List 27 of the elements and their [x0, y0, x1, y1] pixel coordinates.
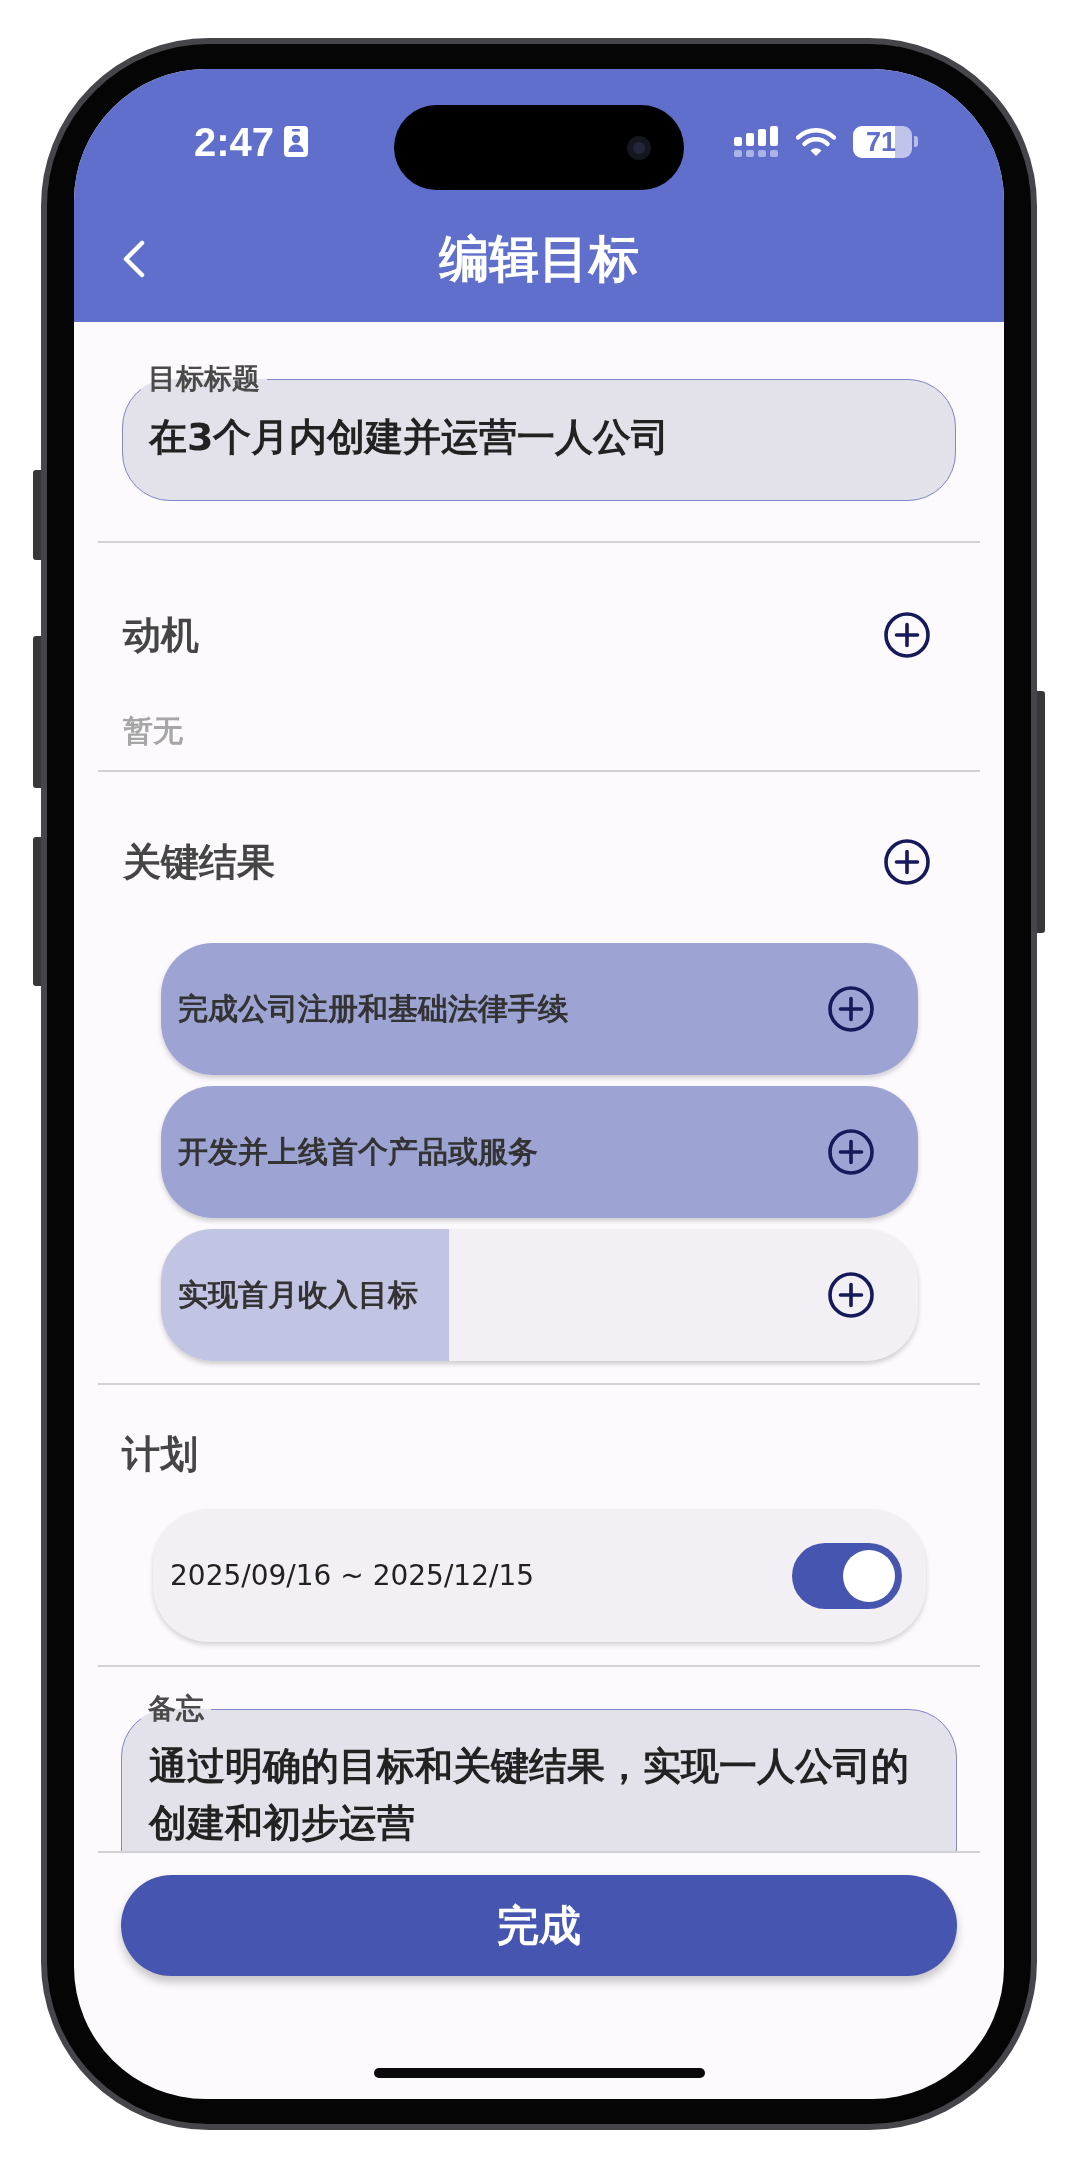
battery-indicator: 71 — [853, 125, 918, 158]
section-title: 关键结果 — [123, 839, 275, 886]
plus-circle-icon[interactable] — [884, 839, 930, 885]
plus-circle-icon[interactable] — [884, 612, 930, 658]
id-badge-icon — [284, 126, 309, 157]
wifi-icon — [796, 127, 836, 156]
section-title: 计划 — [122, 1431, 199, 1478]
memo-field[interactable]: 备忘 通过明确的目标和关键结果，实现一人公司的创建和初步运营 — [121, 1694, 957, 1851]
section-title: 动机 — [123, 612, 199, 659]
page-title: 编辑目标 — [439, 229, 639, 289]
empty-state-text: 暂无 — [122, 712, 184, 750]
plus-circle-icon[interactable] — [828, 1272, 874, 1318]
key-result-text: 完成公司注册和基础法律手续 — [178, 990, 568, 1028]
key-result-card[interactable]: 开发并上线首个产品或服务 — [161, 1086, 918, 1218]
key-result-text: 开发并上线首个产品或服务 — [178, 1133, 538, 1171]
status-time: 2:47 — [194, 119, 275, 164]
key-result-card[interactable]: 实现首月收入目标 — [161, 1229, 918, 1361]
camera-lens-icon — [627, 135, 651, 160]
goal-title-field[interactable]: 目标标题 在3个月内创建并运营一人公司 — [122, 364, 956, 501]
done-button[interactable]: 完成 — [121, 1875, 957, 1976]
key-result-card[interactable]: 完成公司注册和基础法律手续 — [161, 943, 918, 1075]
signal-icon — [734, 126, 779, 157]
key-result-text: 实现首月收入目标 — [178, 1276, 418, 1314]
date-range-text: 2025/09/16 ~ 2025/12/15 — [170, 1557, 535, 1594]
plus-circle-icon[interactable] — [828, 1129, 874, 1175]
plus-circle-icon[interactable] — [828, 986, 874, 1032]
date-range-card[interactable]: 2025/09/16 ~ 2025/12/15 — [153, 1509, 926, 1642]
